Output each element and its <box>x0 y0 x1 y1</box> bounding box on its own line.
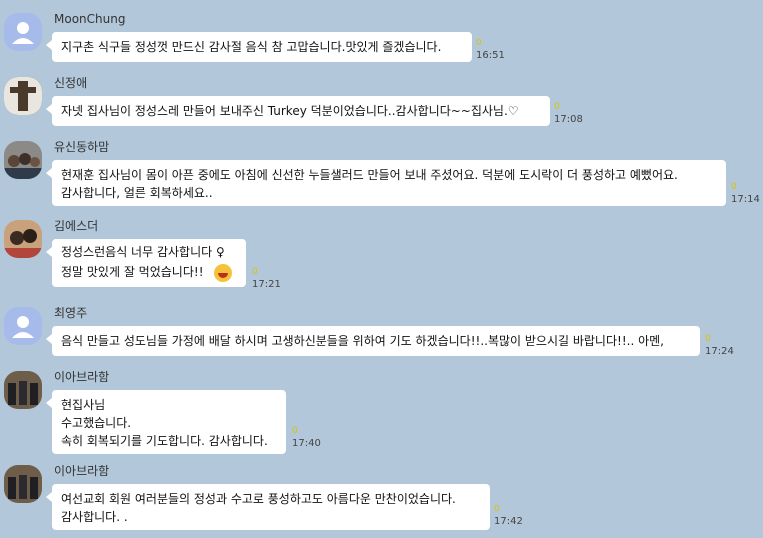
message-text-line: 수고했습니다. <box>61 416 132 430</box>
message-time: 17:08 <box>554 114 583 125</box>
unread-count: 0 <box>476 38 482 48</box>
message-time: 16:51 <box>476 50 505 61</box>
sender-name: 이아브라함 <box>54 370 110 384</box>
message-text-line: 정말 맛있게 잘 먹었습니다!! <box>61 265 204 279</box>
message-time: 17:42 <box>494 516 523 527</box>
sender-name: 최영주 <box>54 306 88 320</box>
message-text: 자넷 집사님이 정성스레 만들어 보내주신 Turkey 덕분이었습니다..감사… <box>61 104 519 118</box>
message-meta: 0 17:08 <box>554 102 583 125</box>
message-text-line: 여선교회 회원 여러분들의 정성과 수고로 풍성하고도 아름다운 만찬이었습니다… <box>61 492 456 506</box>
message-time: 17:40 <box>292 438 321 449</box>
profile-photo-avatar[interactable] <box>4 220 42 258</box>
message-time: 17:24 <box>705 346 734 357</box>
message-bubble[interactable]: 자넷 집사님이 정성스레 만들어 보내주신 Turkey 덕분이었습니다..감사… <box>46 96 550 126</box>
profile-photo-avatar[interactable] <box>4 371 42 409</box>
message-meta: 0 17:24 <box>705 334 734 357</box>
unread-count: 0 <box>494 504 500 514</box>
message-meta: 0 17:42 <box>494 504 523 527</box>
sender-name: 유신동하맘 <box>54 140 110 154</box>
message-text: 지구촌 식구들 정성껏 만드신 감사절 음식 참 고맙습니다.맛있게 즐겠습니다… <box>61 40 442 54</box>
default-avatar-icon[interactable] <box>4 13 42 51</box>
message-bubble[interactable]: 음식 만들고 성도님들 가정에 배달 하시며 고생하신분들을 위하여 기도 하겠… <box>46 326 700 356</box>
sender-name: MoonChung <box>54 12 126 26</box>
profile-photo-avatar[interactable] <box>4 465 42 503</box>
message-text-line: 속히 회복되기를 기도합니다. 감사합니다. <box>61 434 268 448</box>
message-meta: 0 17:14 <box>731 182 760 205</box>
unread-count: 0 <box>554 102 560 112</box>
message-bubble[interactable]: 현재훈 집사님이 몸이 아픈 중에도 아침에 신선한 누들샐러드 만들어 보내 … <box>46 160 726 206</box>
profile-photo-avatar[interactable] <box>4 141 42 179</box>
message-meta: 0 17:21 <box>252 267 281 290</box>
unread-count: 0 <box>705 334 711 344</box>
message-bubble[interactable]: 정성스런음식 너무 감사합니다 ♀ 정말 맛있게 잘 먹었습니다!! <box>46 239 246 287</box>
message-text: 음식 만들고 성도님들 가정에 배달 하시며 고생하신분들을 위하여 기도 하겠… <box>61 334 664 348</box>
message-text-line: 감사합니다, 얼른 회복하세요.. <box>61 186 213 200</box>
default-avatar-icon[interactable] <box>4 307 42 345</box>
profile-photo-avatar[interactable] <box>4 77 42 115</box>
message-bubble[interactable]: 지구촌 식구들 정성껏 만드신 감사절 음식 참 고맙습니다.맛있게 즐겠습니다… <box>46 32 472 62</box>
message-time: 17:14 <box>731 194 760 205</box>
message-bubble[interactable]: 여선교회 회원 여러분들의 정성과 수고로 풍성하고도 아름다운 만찬이었습니다… <box>46 484 490 530</box>
message-time: 17:21 <box>252 279 281 290</box>
unread-count: 0 <box>292 426 298 436</box>
message-bubble[interactable]: 현집사님 수고했습니다. 속히 회복되기를 기도합니다. 감사합니다. <box>46 390 286 454</box>
message-text-line: 현집사님 <box>61 398 106 412</box>
unread-count: 0 <box>731 182 737 192</box>
sender-name: 신정애 <box>54 76 88 90</box>
message-text-line: 정성스런음식 너무 감사합니다 ♀ <box>61 245 225 259</box>
message-text-line: 현재훈 집사님이 몸이 아픈 중에도 아침에 신선한 누들샐러드 만들어 보내 … <box>61 168 678 182</box>
sender-name: 이아브라함 <box>54 464 110 478</box>
laughing-emoji-icon <box>213 263 232 282</box>
message-text-line: 감사합니다. . <box>61 510 128 524</box>
message-meta: 0 16:51 <box>476 38 505 61</box>
sender-name: 김에스더 <box>54 219 99 233</box>
message-meta: 0 17:40 <box>292 426 321 449</box>
unread-count: 0 <box>252 267 258 277</box>
